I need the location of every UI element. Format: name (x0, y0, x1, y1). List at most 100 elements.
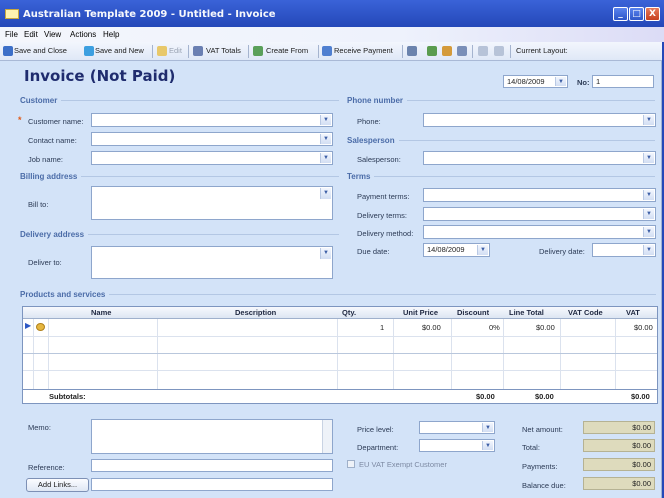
links-input[interactable] (91, 478, 333, 491)
column-unit-price[interactable]: Unit Price (403, 307, 438, 319)
delivery-method-label: Delivery method: (357, 229, 414, 238)
column-line-total[interactable]: Line Total (509, 307, 544, 319)
memo-scrollbar[interactable] (322, 420, 332, 453)
chevron-down-icon: ▼ (643, 153, 654, 163)
save-new-button[interactable]: Save and New (95, 46, 144, 55)
deliver-to-textarea[interactable]: ▼ (91, 246, 333, 279)
price-level-select[interactable]: ▼ (419, 421, 495, 434)
payment-terms-label: Payment terms: (357, 192, 410, 201)
create-from-button[interactable]: Create From (266, 46, 308, 55)
add-links-button[interactable]: Add Links... (26, 478, 89, 492)
payments-label: Payments: (522, 462, 558, 471)
bill-to-label: Bill to: (28, 200, 49, 209)
row-vat[interactable]: $0.00 (634, 323, 653, 332)
required-marker: * (18, 115, 22, 125)
current-layout-label[interactable]: Current Layout: (516, 46, 568, 55)
window-title-bar: Australian Template 2009 - Untitled - In… (0, 0, 664, 27)
job-name-label: Job name: (28, 155, 64, 164)
chevron-down-icon: ▼ (477, 245, 488, 255)
bill-to-textarea[interactable]: ▼ (91, 186, 333, 220)
maximize-button[interactable]: □ (629, 7, 644, 21)
row-discount[interactable]: 0% (489, 323, 500, 332)
delivery-date-label: Delivery date: (539, 247, 585, 256)
window-title: Australian Template 2009 - Untitled - In… (23, 9, 276, 20)
column-vat[interactable]: VAT (626, 307, 640, 319)
menu-file[interactable]: File (5, 30, 18, 39)
section-salesperson: Salesperson (347, 136, 399, 145)
email-icon[interactable] (427, 46, 437, 56)
column-vat-code[interactable]: VAT Code (568, 307, 603, 319)
memo-label: Memo: (28, 423, 51, 432)
section-delivery-address: Delivery address (20, 230, 89, 239)
app-icon (5, 9, 19, 19)
notes-icon[interactable] (457, 46, 467, 56)
save-new-icon (84, 46, 94, 56)
invoice-date-picker[interactable]: 14/08/2009 ▼ (503, 75, 568, 88)
row-unit-price[interactable]: $0.00 (422, 323, 441, 332)
menu-view[interactable]: View (44, 30, 61, 39)
eu-vat-exempt-checkbox[interactable] (347, 460, 355, 468)
delivery-method-select[interactable]: ▼ (423, 225, 656, 239)
chevron-down-icon: ▼ (320, 153, 331, 163)
save-close-button[interactable]: Save and Close (14, 46, 67, 55)
column-discount[interactable]: Discount (457, 307, 489, 319)
payment-terms-select[interactable]: ▼ (423, 188, 656, 202)
minimize-button[interactable]: _ (613, 7, 628, 21)
department-label: Department: (357, 443, 399, 452)
receive-payment-icon (322, 46, 332, 56)
net-amount-value: $0.00 (583, 421, 655, 434)
section-customer: Customer (20, 96, 62, 105)
menu-actions[interactable]: Actions (70, 30, 96, 39)
reference-input[interactable] (91, 459, 333, 472)
print-icon[interactable] (407, 46, 417, 56)
chevron-down-icon: ▼ (643, 245, 654, 255)
chevron-down-icon: ▼ (320, 248, 331, 259)
products-grid: Name Description Qty. Unit Price Discoun… (22, 306, 658, 404)
next-icon[interactable] (494, 46, 504, 56)
section-phone-number: Phone number (347, 96, 408, 105)
row-qty[interactable]: 1 (380, 323, 384, 332)
column-name[interactable]: Name (91, 307, 111, 319)
section-billing-address: Billing address (20, 172, 82, 181)
reference-label: Reference: (28, 463, 65, 472)
chevron-down-icon: ▼ (320, 115, 331, 125)
row-line-total[interactable]: $0.00 (536, 323, 555, 332)
previous-icon[interactable] (478, 46, 488, 56)
chevron-down-icon: ▼ (482, 423, 493, 432)
subtotal-line-total: $0.00 (535, 392, 554, 401)
delivery-terms-select[interactable]: ▼ (423, 207, 656, 221)
department-select[interactable]: ▼ (419, 439, 495, 452)
column-qty[interactable]: Qty. (342, 307, 356, 319)
due-date-picker[interactable]: 14/08/2009 ▼ (423, 243, 490, 257)
menu-edit[interactable]: Edit (24, 30, 38, 39)
phone-select[interactable]: ▼ (423, 113, 656, 127)
invoice-no-input[interactable]: 1 (592, 75, 654, 88)
edit-icon (157, 46, 167, 56)
contact-name-select[interactable]: ▼ (91, 132, 333, 146)
subtotals-label: Subtotals: (49, 392, 86, 401)
chevron-down-icon: ▼ (482, 441, 493, 450)
memo-textarea[interactable] (91, 419, 333, 454)
phone-label: Phone: (357, 117, 381, 126)
attach-icon[interactable] (442, 46, 452, 56)
chevron-down-icon: ▼ (555, 77, 566, 86)
payments-value: $0.00 (583, 458, 655, 471)
edit-button[interactable]: Edit (169, 46, 182, 55)
menu-help[interactable]: Help (103, 30, 119, 39)
page-title: Invoice (Not Paid) (24, 67, 176, 85)
column-description[interactable]: Description (235, 307, 276, 319)
create-from-icon (253, 46, 263, 56)
product-icon (36, 323, 45, 331)
vat-totals-icon (193, 46, 203, 56)
delivery-terms-label: Delivery terms: (357, 211, 408, 220)
customer-name-select[interactable]: ▼ (91, 113, 333, 127)
balance-due-label: Balance due: (522, 481, 566, 490)
deliver-to-label: Deliver to: (28, 258, 62, 267)
job-name-select[interactable]: ▼ (91, 151, 333, 165)
vat-totals-button[interactable]: VAT Totals (206, 46, 241, 55)
receive-payment-button[interactable]: Receive Payment (334, 46, 393, 55)
net-amount-label: Net amount: (522, 425, 563, 434)
delivery-date-picker[interactable]: ▼ (592, 243, 656, 257)
salesperson-select[interactable]: ▼ (423, 151, 656, 165)
close-button[interactable]: X (645, 7, 660, 21)
